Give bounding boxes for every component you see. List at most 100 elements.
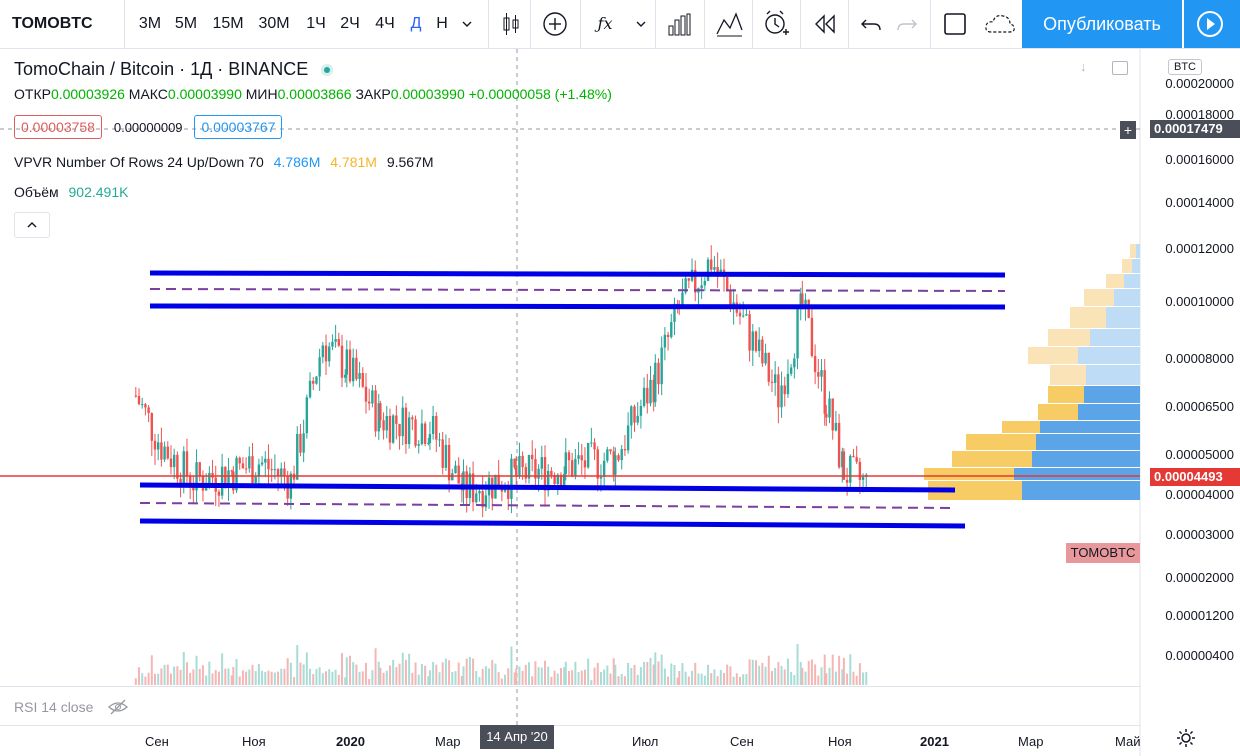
candle-body <box>550 470 553 476</box>
settings-gear-icon[interactable] <box>1176 728 1196 753</box>
alert-icon[interactable] <box>760 0 792 48</box>
candle-body <box>169 458 173 468</box>
interval-30m[interactable]: 30М <box>254 0 294 48</box>
interval-2h[interactable]: 2Ч <box>336 0 364 48</box>
candle-body <box>280 468 283 476</box>
candle-body <box>783 385 786 395</box>
candle-body <box>748 314 751 351</box>
replay-icon[interactable] <box>810 0 840 48</box>
interval-3m[interactable]: 3М <box>136 0 164 48</box>
volume-bar <box>820 667 823 685</box>
publish-button[interactable]: Опубликовать <box>1022 0 1182 48</box>
volume-bar <box>398 663 401 685</box>
candle-body <box>328 346 331 362</box>
volume-bar <box>361 671 364 685</box>
volume-bar <box>654 652 657 685</box>
volume-bar <box>325 671 328 685</box>
volume-bar <box>553 670 556 685</box>
volume-bar <box>691 670 694 685</box>
rsi-label[interactable]: RSI 14 close <box>14 696 129 715</box>
channel-bottom-lower[interactable] <box>139 518 966 529</box>
volume-bar <box>703 675 706 685</box>
vpvr-legend[interactable]: VPVR Number Of Rows 24 Up/Down 70 4.786M… <box>14 154 434 170</box>
candle-body <box>305 397 309 434</box>
eye-hidden-icon[interactable] <box>107 699 129 715</box>
chart-title[interactable]: TomoChain / Bitcoin · 1Д · BINANCE <box>14 59 334 80</box>
chart-area[interactable]: TomoChain / Bitcoin · 1Д · BINANCE ОТКР0… <box>0 49 1240 756</box>
volume-bar <box>147 672 150 685</box>
candles-icon[interactable] <box>496 0 526 48</box>
redo-icon[interactable] <box>892 0 922 48</box>
volume-bar <box>189 672 192 685</box>
interval-1h[interactable]: 1Ч <box>303 0 329 48</box>
compare-icon[interactable] <box>712 0 746 48</box>
candle-body <box>617 455 620 461</box>
volume-bar <box>232 666 235 685</box>
currency-badge[interactable]: BTC <box>1168 59 1202 75</box>
candle-body <box>515 467 518 476</box>
collapse-legend-button[interactable] <box>14 212 50 238</box>
candle-body <box>583 460 587 468</box>
ask-price-box[interactable]: 0.00003767 <box>194 115 283 139</box>
candle-body <box>630 406 633 426</box>
volume-bar <box>684 671 687 685</box>
undo-icon[interactable] <box>856 0 886 48</box>
fullscreen-icon[interactable] <box>940 0 970 48</box>
volume-bar <box>497 672 500 685</box>
candle-body <box>793 358 796 368</box>
volume-bar <box>286 658 289 685</box>
templates-icon[interactable] <box>664 0 694 48</box>
interval-15m[interactable]: 15М <box>210 0 246 48</box>
volume-bar <box>544 660 546 685</box>
volume-bar <box>729 666 732 685</box>
volume-bar <box>700 673 703 685</box>
volume-bar <box>321 673 324 685</box>
download-icon[interactable]: ↓ <box>1080 59 1098 77</box>
chevron-down-icon[interactable] <box>632 0 650 48</box>
interval-5m[interactable]: 5М <box>172 0 200 48</box>
volume-bar <box>587 658 590 685</box>
candle-body <box>666 334 670 338</box>
volume-bar <box>185 662 188 685</box>
candle-body <box>435 416 438 440</box>
candle-body <box>636 415 639 423</box>
volume-bar <box>660 654 663 685</box>
volume-bar <box>559 668 562 685</box>
maximize-icon[interactable] <box>1112 61 1128 75</box>
add-plus-icon[interactable]: + <box>1120 121 1136 139</box>
divider <box>704 0 705 48</box>
bid-price-box[interactable]: 0.00003758 <box>14 115 102 139</box>
fx-icon[interactable]: ƒx <box>590 0 620 48</box>
volume-bar <box>245 671 248 685</box>
volume-bar <box>248 669 251 685</box>
channel-top-lower[interactable] <box>149 303 1006 310</box>
channel-top-upper[interactable] <box>149 270 1006 278</box>
volume-bar <box>414 662 417 685</box>
volume-bar <box>208 661 211 685</box>
volume-legend[interactable]: Объём 902.491K <box>14 184 128 200</box>
channel-bottom-upper[interactable] <box>139 482 956 493</box>
time-axis-label: Ноя <box>828 734 852 749</box>
candle-body <box>861 476 865 480</box>
channel-top-midline[interactable] <box>149 288 1006 292</box>
play-button[interactable] <box>1184 0 1240 48</box>
add-indicator-icon[interactable] <box>540 0 570 48</box>
volume-bar <box>235 658 238 685</box>
chevron-down-icon[interactable] <box>458 0 476 48</box>
channel-bottom-midline[interactable] <box>139 502 956 509</box>
volume-bar <box>201 665 204 685</box>
volume-bar <box>428 670 431 685</box>
volume-bar <box>472 658 475 685</box>
interval-week[interactable]: Н <box>432 0 452 48</box>
candle-body <box>355 357 358 380</box>
candle-body <box>379 403 382 421</box>
volume-profile-up <box>1070 307 1106 328</box>
interval-day[interactable]: Д <box>406 0 426 48</box>
volume-profile-up <box>1106 274 1124 288</box>
divider <box>848 0 849 48</box>
symbol-search[interactable]: TOMOBTC <box>12 0 93 48</box>
cloud-save-icon[interactable] <box>982 0 1018 48</box>
volume-profile-down <box>1114 289 1140 306</box>
time-axis[interactable]: Сен Ноя 2020 Мар Июл Сен Ноя 2021 Мар Ма… <box>0 725 1140 756</box>
interval-4h[interactable]: 4Ч <box>371 0 399 48</box>
